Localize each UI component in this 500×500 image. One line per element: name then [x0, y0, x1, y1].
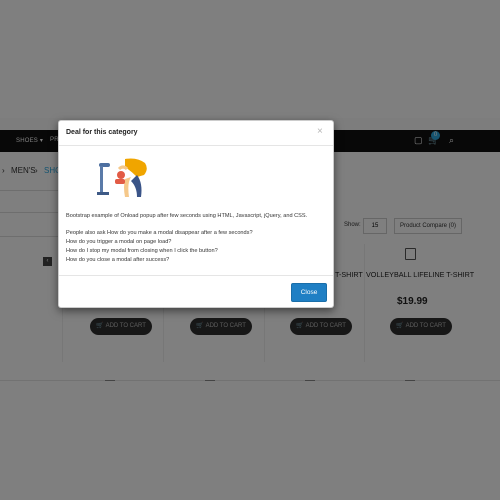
close-button[interactable]: Close [291, 283, 327, 302]
modal-title: Deal for this category [66, 129, 138, 136]
faq-item: How do I stop my modal from closing when… [66, 248, 218, 254]
person-stretching-illustration [97, 158, 147, 197]
close-icon[interactable]: × [317, 126, 323, 137]
faq-item: People also ask How do you make a modal … [66, 230, 253, 236]
modal-footer-divider [59, 275, 333, 276]
faq-item: How do you close a modal after success? [66, 257, 170, 263]
faq-item: How do you trigger a modal on page load? [66, 239, 172, 245]
faq-list: People also ask How do you make a modal … [66, 229, 253, 265]
deal-modal: Deal for this category × Bootstrap examp… [58, 120, 334, 308]
modal-header: Deal for this category × [59, 121, 333, 146]
modal-intro-text: Bootstrap example of Onload popup after … [66, 213, 308, 219]
